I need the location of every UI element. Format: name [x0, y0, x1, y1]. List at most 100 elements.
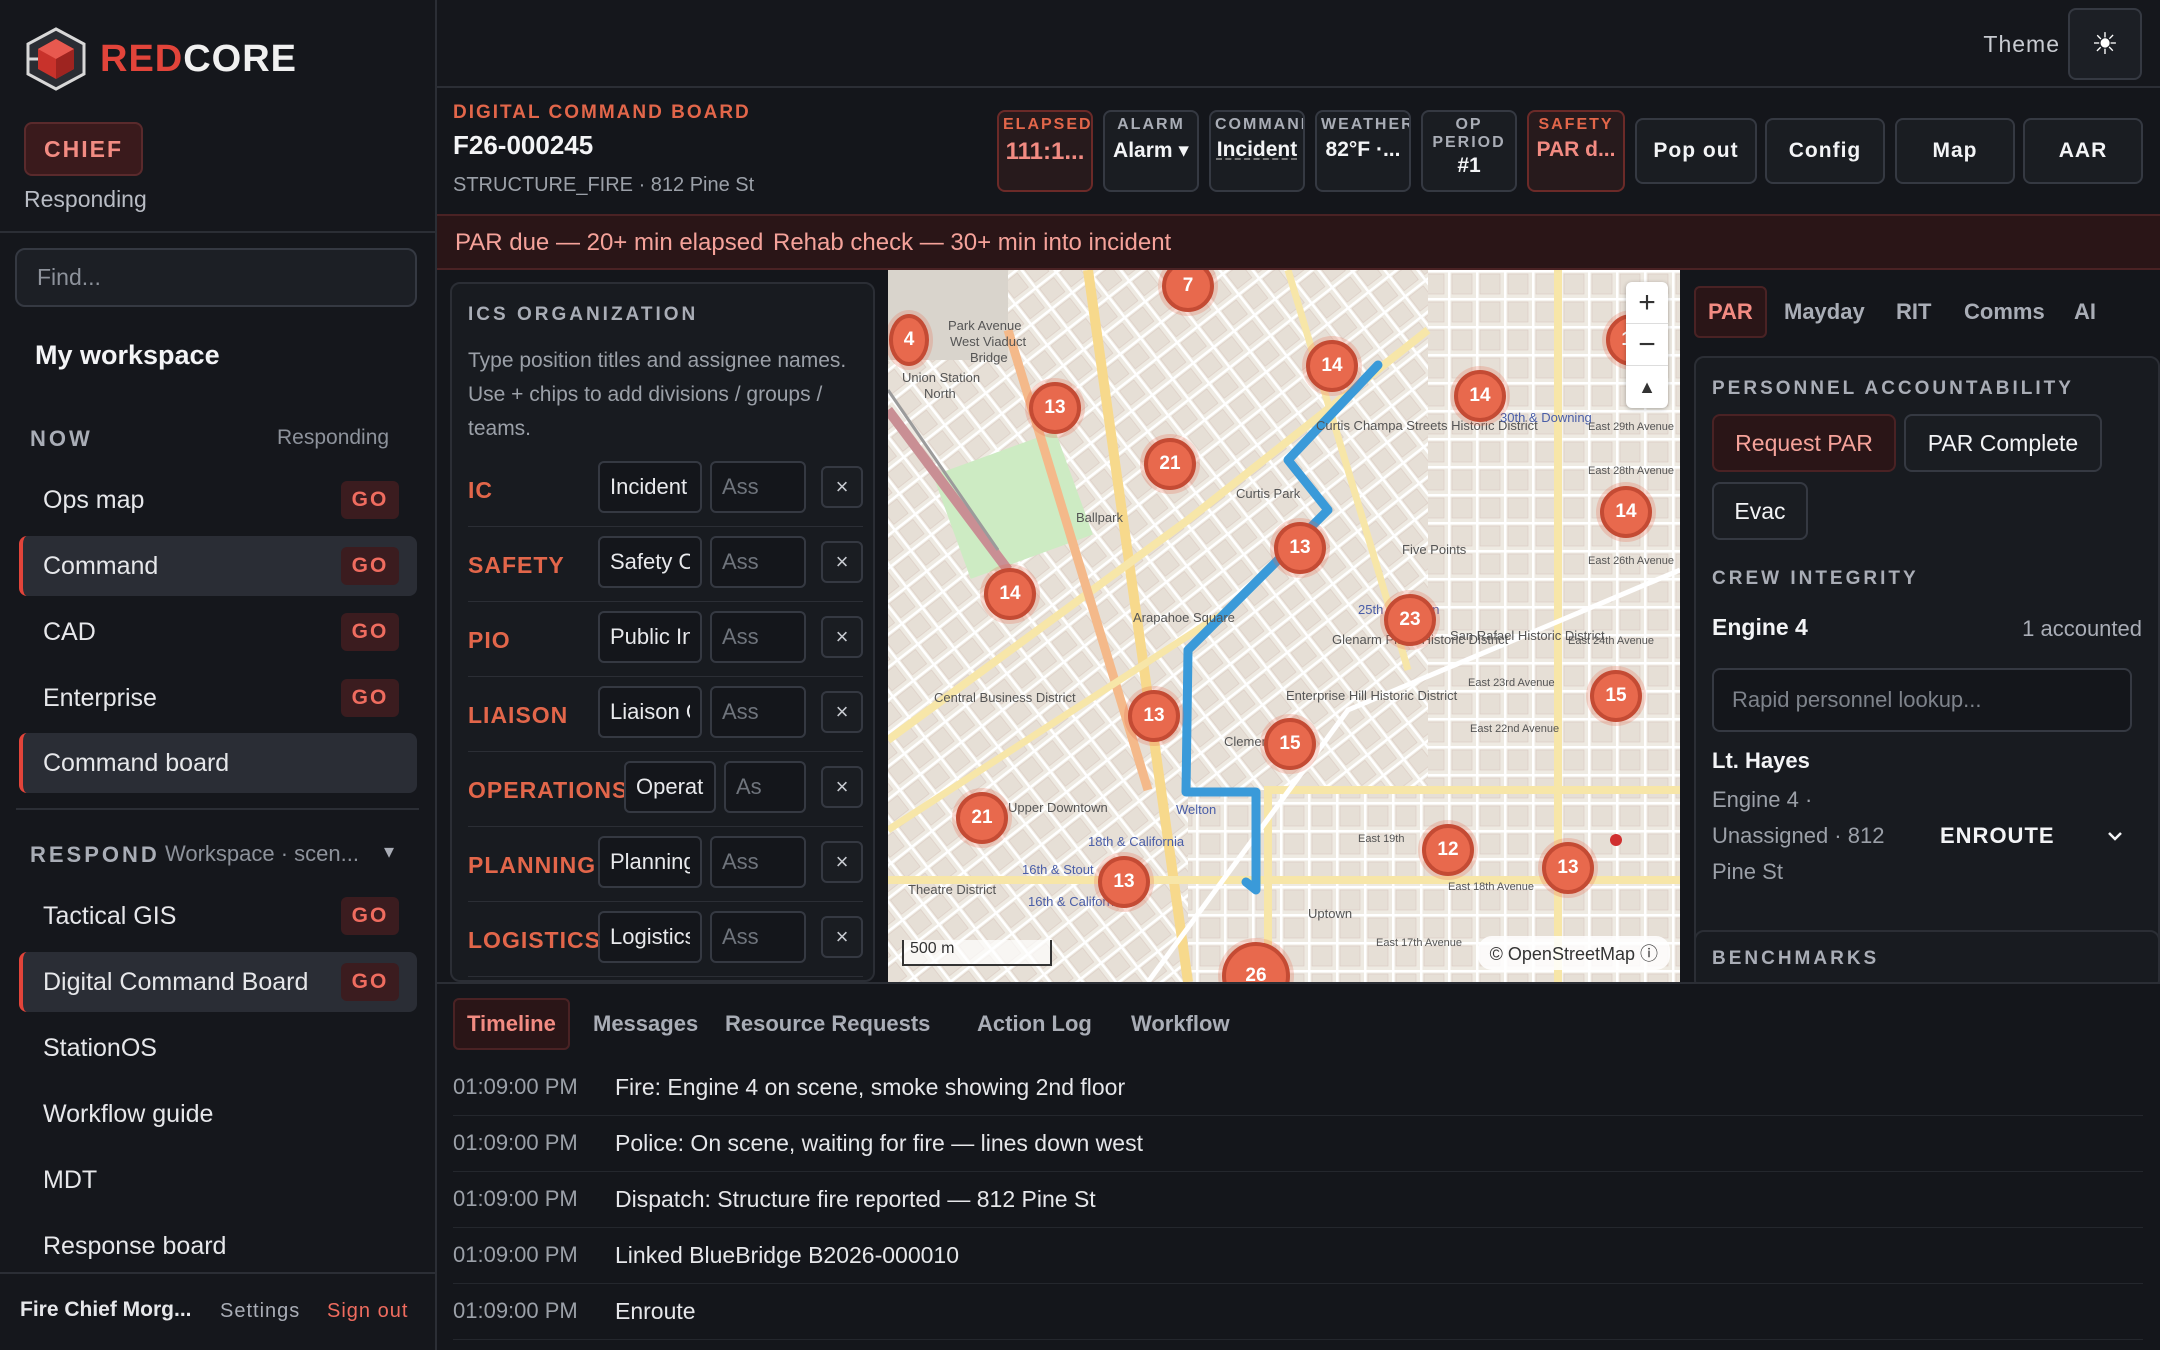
pop-out-button[interactable]: Pop out: [1635, 118, 1757, 184]
tab-messages[interactable]: Messages: [581, 998, 710, 1050]
incident-cluster-marker[interactable]: 13: [1098, 856, 1150, 908]
incident-cluster-marker[interactable]: 13: [1029, 382, 1081, 434]
assignee-input[interactable]: [710, 686, 806, 738]
nav-item-label: Command: [43, 551, 159, 580]
timeline-entry: 01:09:00 PM Linked BlueBridge B2026-0000…: [453, 1228, 2143, 1284]
map-attribution[interactable]: © OpenStreetMap ⓘ: [1477, 936, 1670, 970]
settings-link[interactable]: Settings: [220, 1300, 300, 1323]
remove-icon[interactable]: ×: [821, 466, 863, 508]
position-title-input[interactable]: [598, 836, 702, 888]
position-title-input[interactable]: [598, 611, 702, 663]
stat-label: PERIOD: [1432, 134, 1506, 151]
nav-item-cad[interactable]: CAD GO: [19, 602, 417, 662]
card-heading: PERSONNEL ACCOUNTABILITY: [1712, 378, 2074, 399]
incident-cluster-marker[interactable]: 13: [1128, 690, 1180, 742]
remove-icon[interactable]: ×: [821, 841, 863, 883]
request-par-button[interactable]: Request PAR: [1712, 414, 1896, 472]
incident-cluster-marker[interactable]: 12: [1422, 824, 1474, 876]
map-label: 16th & Stout: [1022, 862, 1094, 877]
incident-cluster-marker[interactable]: 14: [1454, 370, 1506, 422]
tab-par[interactable]: PAR: [1694, 286, 1767, 338]
nav-item-label: Digital Command Board: [43, 967, 309, 996]
chevron-down-icon[interactable]: ▾: [384, 839, 394, 864]
remove-icon[interactable]: ×: [821, 916, 863, 958]
nav-item-response-board[interactable]: Response board: [19, 1216, 417, 1276]
par-complete-button[interactable]: PAR Complete: [1904, 414, 2102, 472]
position-title-input[interactable]: [598, 911, 702, 963]
incident-cluster-marker[interactable]: 21: [1144, 438, 1196, 490]
incident-cluster-marker[interactable]: 14: [984, 568, 1036, 620]
command-field[interactable]: COMMAND Incident: [1209, 110, 1305, 192]
go-button[interactable]: GO: [341, 679, 399, 717]
incident-cluster-marker[interactable]: 13: [1274, 522, 1326, 574]
assignee-input[interactable]: [710, 461, 806, 513]
map-button[interactable]: Map: [1895, 118, 2015, 184]
nav-item-stationos[interactable]: StationOS: [19, 1018, 417, 1078]
sign-out-link[interactable]: Sign out: [327, 1300, 408, 1323]
evac-button[interactable]: Evac: [1712, 482, 1808, 540]
info-icon[interactable]: ⓘ: [1640, 944, 1658, 964]
compass-reset-button[interactable]: ▲: [1626, 366, 1668, 408]
incident-cluster-marker[interactable]: 13: [1542, 842, 1594, 894]
position-title-input[interactable]: [598, 461, 702, 513]
go-button[interactable]: GO: [341, 897, 399, 935]
tab-comms[interactable]: Comms: [1952, 286, 2057, 338]
position-title-input[interactable]: [624, 761, 716, 813]
nav-item-tactical-gis[interactable]: Tactical GIS GO: [19, 886, 417, 946]
assignee-input[interactable]: [710, 911, 806, 963]
position-title-input[interactable]: [598, 536, 702, 588]
nav-item-command-board[interactable]: Command board: [19, 733, 417, 793]
person-status-select[interactable]: ENROUTE: [1932, 814, 2132, 858]
zoom-in-button[interactable]: +: [1626, 282, 1668, 324]
map-label: Central Business District: [934, 690, 1076, 705]
remove-icon[interactable]: ×: [821, 691, 863, 733]
incident-cluster-marker[interactable]: 23: [1384, 594, 1436, 646]
go-button[interactable]: GO: [341, 963, 399, 1001]
remove-icon[interactable]: ×: [821, 541, 863, 583]
assignee-input[interactable]: [710, 836, 806, 888]
nav-item-enterprise[interactable]: Enterprise GO: [19, 668, 417, 728]
tab-mayday[interactable]: Mayday: [1772, 286, 1877, 338]
nav-item-ops-map[interactable]: Ops map GO: [19, 470, 417, 530]
personnel-lookup-input[interactable]: [1712, 668, 2132, 732]
user-name[interactable]: Fire Chief Morg...: [20, 1298, 192, 1322]
tab-rit[interactable]: RIT: [1884, 286, 1943, 338]
go-button[interactable]: GO: [341, 547, 399, 585]
aar-button[interactable]: AAR: [2023, 118, 2143, 184]
incident-cluster-marker[interactable]: 14: [1306, 340, 1358, 392]
nav-item-digital-command-board[interactable]: Digital Command Board GO: [19, 952, 417, 1012]
safety-stat[interactable]: SAFETY PAR d...: [1527, 110, 1625, 192]
incident-map[interactable]: Park Avenue West Viaduct Bridge Union St…: [888, 270, 1680, 982]
position-title-input[interactable]: [598, 686, 702, 738]
incident-cluster-marker[interactable]: 14: [1600, 486, 1652, 538]
tab-timeline[interactable]: Timeline: [453, 998, 570, 1050]
go-button[interactable]: GO: [341, 613, 399, 651]
entry-time: 01:09:00 PM: [453, 1242, 578, 1267]
assignee-input[interactable]: [724, 761, 806, 813]
elapsed-value: 111:1...: [1005, 138, 1085, 165]
remove-icon[interactable]: ×: [821, 616, 863, 658]
nav-item-workflow-guide[interactable]: Workflow guide: [19, 1084, 417, 1144]
assignee-input[interactable]: [710, 611, 806, 663]
workspace-selector[interactable]: Workspace · scen...: [165, 841, 359, 867]
incident-cluster-marker[interactable]: 15: [1264, 718, 1316, 770]
zoom-out-button[interactable]: −: [1626, 324, 1668, 366]
nav-item-mdt[interactable]: MDT: [19, 1150, 417, 1210]
tab-action-log[interactable]: Action Log: [965, 998, 1104, 1050]
alarm-select[interactable]: ALARM Alarm ▾: [1103, 110, 1199, 192]
go-button[interactable]: GO: [341, 481, 399, 519]
remove-icon[interactable]: ×: [821, 766, 863, 808]
tab-resource-requests[interactable]: Resource Requests: [713, 998, 942, 1050]
timeline-entry: 01:09:00 PM Fire: Engine 4 on scene, smo…: [453, 1060, 2143, 1116]
config-button[interactable]: Config: [1765, 118, 1885, 184]
incident-cluster-marker[interactable]: 4: [889, 314, 929, 366]
tab-ai[interactable]: AI: [2062, 286, 2108, 338]
incident-cluster-marker[interactable]: 15: [1590, 670, 1642, 722]
assignee-input[interactable]: [710, 536, 806, 588]
tab-workflow[interactable]: Workflow: [1119, 998, 1242, 1050]
nav-item-command[interactable]: Command GO: [19, 536, 417, 596]
logo[interactable]: REDCORE: [22, 25, 297, 93]
incident-cluster-marker[interactable]: 21: [956, 792, 1008, 844]
search-input[interactable]: [15, 248, 417, 307]
theme-toggle-button[interactable]: ☀: [2068, 8, 2142, 80]
